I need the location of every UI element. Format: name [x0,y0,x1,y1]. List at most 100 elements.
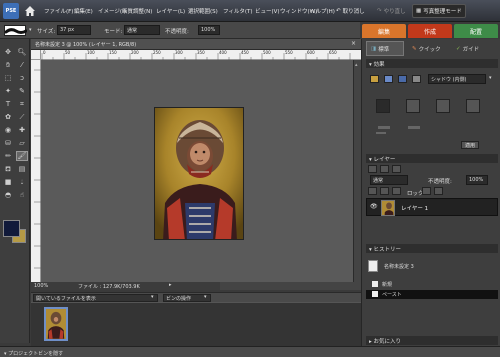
layer-name[interactable]: レイヤー 1 [401,204,428,212]
tab-guided[interactable]: ✓ ガイド [452,41,494,56]
photo-effects-icon[interactable] [398,75,407,83]
layer-row[interactable]: 👁︎ レイヤー 1 [366,198,498,216]
foreground-color-swatch[interactable] [3,220,20,237]
cookie-cutter-tool-icon[interactable]: ✿ [2,112,14,122]
chevron-down-icon[interactable]: ▾ [489,75,492,81]
type-tool-icon[interactable]: T [2,99,14,109]
selection-brush-tool-icon[interactable]: ✎ [16,86,28,96]
menu-select[interactable]: 選択範囲(S) [188,7,218,15]
layer-opacity-field[interactable]: 100% [466,175,488,185]
menu-view[interactable]: ビュー(V) [255,7,280,15]
home-icon[interactable] [23,4,37,18]
history-panel-header[interactable]: ▾ ヒストリー [366,244,498,253]
ruler-corner [31,50,41,60]
tab-share[interactable]: 配置 [454,24,498,38]
layers-panel-header[interactable]: ▾ レイヤー [366,154,498,163]
guided-icon: ✓ [456,45,461,52]
effect-thumbnail[interactable] [376,132,386,134]
eyedropper-tool-icon[interactable]: ⁄ [16,60,28,70]
new-layer-icon[interactable] [368,165,377,173]
horizontal-scrollbar[interactable] [220,282,361,290]
lasso-tool-icon[interactable]: ↄ [16,73,28,83]
redo-label: やり直し [383,9,406,15]
layer-styles-icon[interactable] [384,75,393,83]
tab-edit[interactable]: 編集 [362,24,406,38]
red-eye-tool-icon[interactable]: ◉ [2,125,14,135]
menu-edit[interactable]: 編集(E) [74,7,93,15]
effects-panel-header[interactable]: ▾ 効果 [366,59,498,68]
eye-icon[interactable]: 👁︎ [370,203,378,210]
menu-file[interactable]: ファイル(F) [44,7,73,15]
effects-category-dropdown[interactable]: シャドウ (内側) [428,74,486,84]
adjustment-layer-icon[interactable] [380,165,389,173]
all-effects-icon[interactable] [412,75,421,83]
chevron-down-icon[interactable]: ▾ [151,294,154,300]
redo-button[interactable]: ↷ やり直し [374,4,409,18]
favorites-panel-header[interactable]: ▸ お気に入り [366,336,498,345]
tab-full-edit[interactable]: ◨ 標準 [366,41,404,56]
layer-icon[interactable] [368,187,377,195]
eraser-tool-icon[interactable]: ▱ [16,138,28,148]
hand-tool-icon[interactable]: ✋︎ [2,60,14,70]
opacity-field[interactable]: 100% [198,25,220,35]
history-item-selected[interactable]: ペースト [366,290,498,299]
document-title[interactable]: 名称未設定 3 @ 100% (レイヤー 1, RGB/8) [31,39,361,50]
tab-quick-fix[interactable]: ✎ クイック [408,41,450,56]
filters-icon[interactable] [370,75,379,83]
chevron-down-icon[interactable]: ▾ [204,294,207,300]
layer-icon[interactable] [392,187,401,195]
lock-all-icon[interactable] [434,187,443,195]
straighten-tool-icon[interactable]: ⟋ [16,112,28,122]
zoom-tool-icon[interactable]: 🔍︎ [16,47,28,57]
delete-layer-icon[interactable] [392,165,401,173]
brush-preview[interactable] [4,25,28,36]
menu-layer[interactable]: レイヤー(L) [156,7,185,15]
effect-thumbnail[interactable] [436,99,450,113]
scroll-up-icon[interactable]: ▴ [355,62,360,68]
mode-select[interactable]: 通常 [124,25,160,35]
gradient-tool-icon[interactable]: ▤ [16,164,28,174]
clone-stamp-tool-icon[interactable]: ⛁ [2,138,14,148]
size-field[interactable]: 37 px [57,25,91,35]
magic-wand-tool-icon[interactable]: ✦ [2,86,14,96]
smudge-tool-icon[interactable]: ☝︎ [16,190,28,200]
marquee-tool-icon[interactable]: ⬚ [2,73,14,83]
file-size-info[interactable]: ファイル : 127.9K/703.9K [78,283,140,290]
blur-tool-icon[interactable]: 💧︎ [16,177,28,187]
effect-thumbnail[interactable] [466,99,480,113]
paint-bucket-tool-icon[interactable]: ⛾ [2,164,14,174]
status-menu-icon[interactable]: ▸ [169,282,172,288]
zoom-level[interactable]: 100% [34,283,48,289]
apply-effect-button[interactable]: 適用 [461,141,480,149]
brush-tool-icon[interactable]: 🖌︎ [16,151,28,161]
brush-dropdown-icon[interactable]: ▾ [29,27,32,33]
effect-thumbnail[interactable] [376,99,390,113]
shape-tool-icon[interactable]: ■ [2,177,14,187]
effect-thumbnail[interactable] [406,99,420,113]
bin-thumbnail[interactable] [44,307,68,341]
hide-project-bin-button[interactable]: プロジェクトビンを隠す [8,351,63,357]
undo-button[interactable]: ↶ 取り消し [333,4,368,18]
effect-thumbnail[interactable] [378,126,390,129]
document-close-icon[interactable]: × [349,40,358,49]
history-snapshot[interactable]: 名称未設定 3 [384,263,414,270]
move-tool-icon[interactable]: ✥ [2,47,14,57]
tab-create[interactable]: 作成 [408,24,452,38]
layer-icon[interactable] [380,187,389,195]
lock-transparency-icon[interactable] [422,187,431,195]
document-photo[interactable] [154,107,244,240]
crop-tool-icon[interactable]: ⌗ [16,99,28,109]
effect-thumbnail[interactable] [408,126,420,129]
history-item-label: ペースト [382,292,402,298]
pencil-tool-icon[interactable]: ✏ [2,151,14,161]
sponge-tool-icon[interactable]: ◓ [2,190,14,200]
bin-show-dropdown[interactable]: 開いているファイルを表示 [33,294,158,302]
menu-filter[interactable]: フィルタ(T) [223,7,253,15]
menu-enhance[interactable]: 画質調整(N) [122,7,152,15]
vertical-scrollbar[interactable]: ▴ [353,60,361,282]
blend-mode-dropdown[interactable]: 通常 [370,175,408,185]
healing-brush-tool-icon[interactable]: ✚ [16,125,28,135]
photo-organizer-button[interactable]: ▦ 写真整理モード [412,4,466,18]
history-item[interactable]: 新規 [366,280,498,289]
menu-help[interactable]: ヘルプ(H) [310,7,335,15]
